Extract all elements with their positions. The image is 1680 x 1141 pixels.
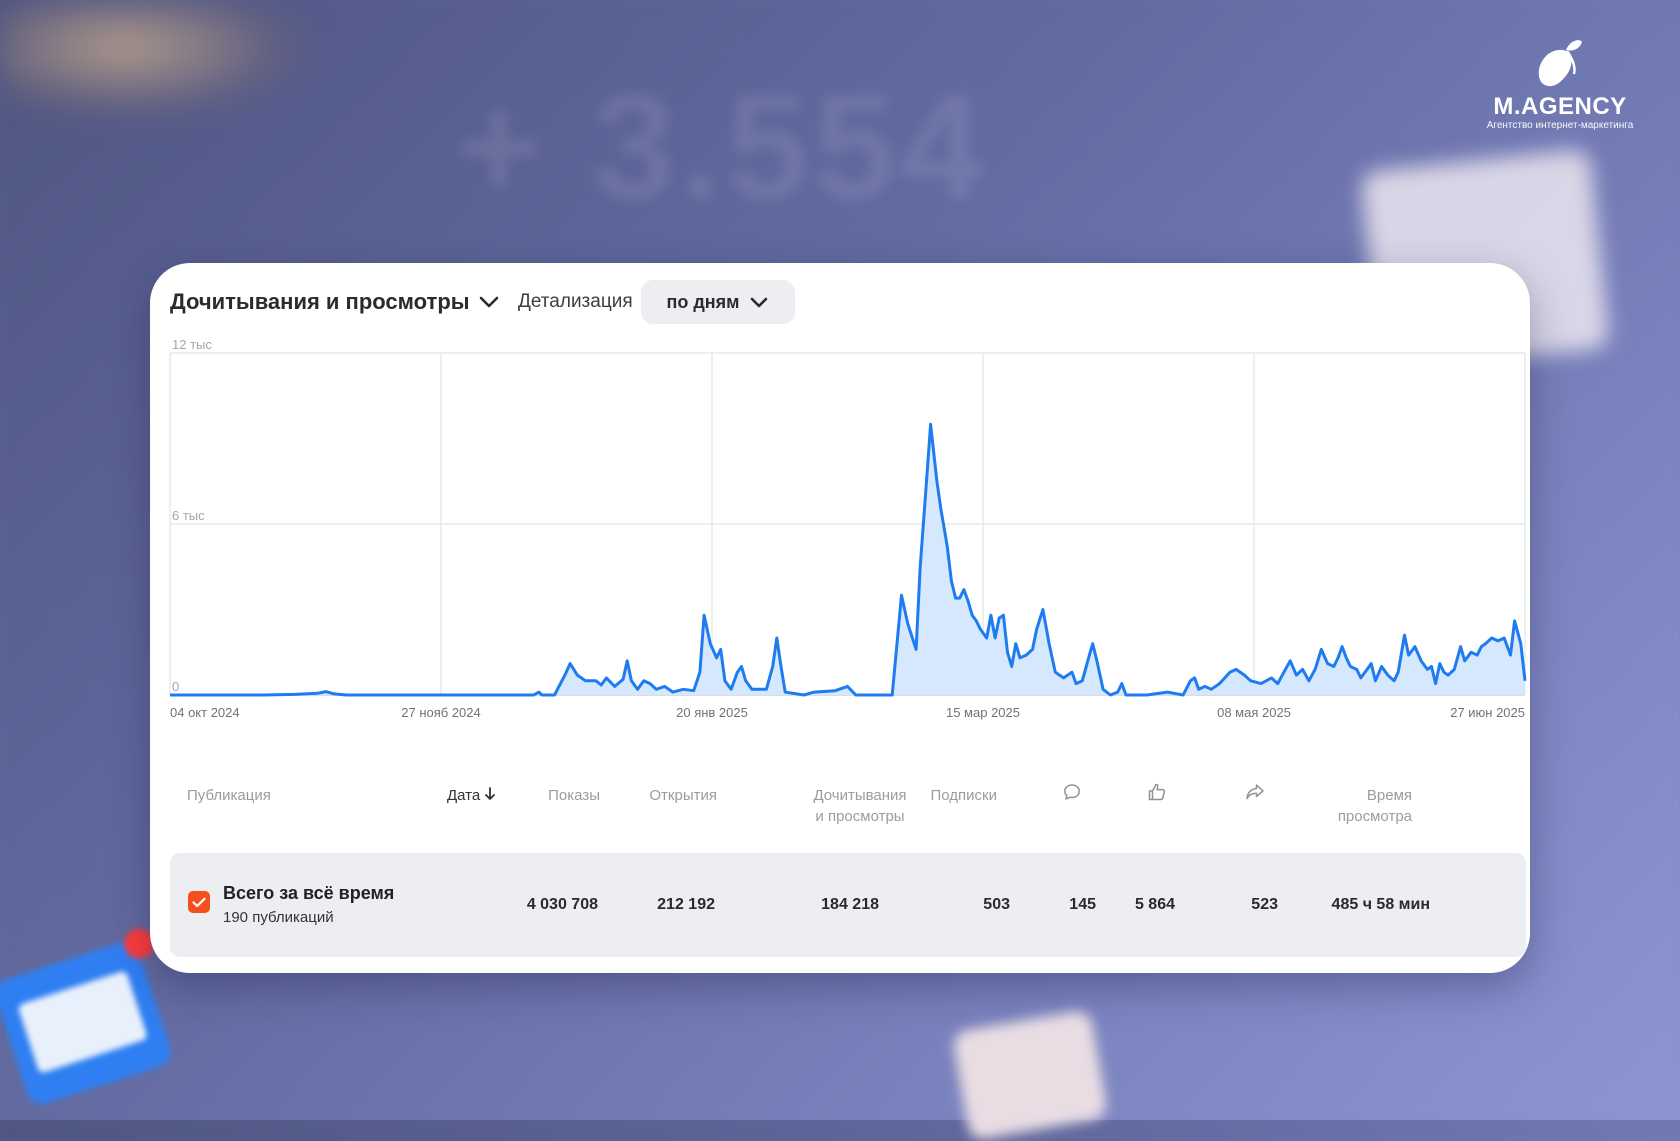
mail-icon: [0, 924, 175, 1108]
chevron-down-icon: [479, 296, 498, 308]
chart-y-tick-label: 0: [172, 679, 179, 694]
chart-grid: [169, 352, 1526, 696]
col-comments[interactable]: [1063, 783, 1081, 807]
agency-logo: M.AGENCY Агентство интернет-маркетинга: [1480, 36, 1640, 132]
total-shares: 523: [1251, 896, 1278, 913]
total-row[interactable]: Всего за всё время 190 публикаций 4 030 …: [170, 853, 1526, 957]
logo-tagline: Агентство интернет-маркетинга: [1486, 120, 1634, 131]
logo-name: M.AGENCY: [1493, 93, 1627, 120]
col-likes[interactable]: [1147, 782, 1167, 808]
total-subscriptions: 503: [983, 896, 1010, 913]
background-big-number: + 3.554: [455, 62, 988, 230]
period-select-label: по дням: [666, 291, 740, 312]
total-likes: 5 864: [1134, 896, 1175, 913]
total-impressions: 4 030 708: [526, 896, 598, 913]
total-comments: 145: [1069, 896, 1096, 913]
col-subscriptions[interactable]: Подписки: [931, 785, 998, 806]
col-publication[interactable]: Публикация: [187, 785, 271, 806]
total-row-checkbox[interactable]: [188, 891, 210, 913]
thumbs-up-icon: [1148, 783, 1166, 801]
chevron-down-icon: [751, 297, 768, 307]
chart-x-tick-label: 15 мар 2025: [946, 705, 1020, 720]
chart-x-tick-label: 27 нояб 2024: [401, 705, 481, 720]
background-blur-thumbnail: [951, 1008, 1109, 1141]
mango-logo-icon: [1538, 40, 1582, 87]
metric-select-label: Дочитывания и просмотры: [170, 289, 470, 314]
total-opens: 212 192: [657, 896, 715, 913]
detail-label: Детализация: [518, 291, 633, 312]
chart-x-tick-label: 20 янв 2025: [676, 705, 748, 720]
col-watch-time-line2: просмотра: [1337, 808, 1412, 825]
total-row-publications-count: 190 публикаций: [223, 909, 334, 926]
comment-icon: [1064, 784, 1080, 800]
total-row-title: Всего за всё время: [223, 883, 395, 903]
metric-select[interactable]: Дочитывания и просмотры: [170, 289, 500, 315]
chart-x-tick-label: 04 окт 2024: [170, 705, 240, 720]
col-opens[interactable]: Открытия: [649, 785, 717, 806]
checkmark-icon: [192, 897, 206, 907]
sort-arrow-down-icon: [485, 787, 496, 800]
chart-y-tick-label: 6 тыс: [172, 508, 205, 523]
col-date-label: Дата: [447, 787, 481, 804]
col-watch-time[interactable]: Время просмотра: [1338, 785, 1412, 827]
chart-x-tick-label: 27 июн 2025: [1450, 705, 1525, 720]
col-reads-line2: и просмотры: [815, 808, 905, 825]
col-reads-line1: Дочитывания: [813, 787, 907, 804]
total-reads: 184 218: [821, 896, 879, 913]
total-watch-time: 485 ч 58 мин: [1331, 896, 1430, 913]
chart-area-fill: [170, 424, 1525, 695]
background-blur-photo: [0, 0, 310, 120]
col-date[interactable]: Дата: [447, 785, 496, 806]
share-icon: [1246, 784, 1264, 800]
col-impressions[interactable]: Показы: [548, 785, 600, 806]
chart-x-tick-label: 08 мая 2025: [1217, 705, 1291, 720]
period-select[interactable]: по дням: [641, 280, 795, 324]
col-reads[interactable]: Дочитывания и просмотры: [770, 785, 950, 827]
views-chart: 12 тыс 6 тыс 0 04 окт 2024 27 нояб 2024 20 ян…: [169, 337, 1527, 720]
col-watch-time-line1: Время: [1366, 787, 1412, 804]
chart-y-tick-label: 12 тыс: [172, 337, 212, 352]
statistics-card: Дочитывания и просмотры Детализация по д…: [150, 263, 1530, 973]
col-shares[interactable]: [1245, 783, 1265, 807]
